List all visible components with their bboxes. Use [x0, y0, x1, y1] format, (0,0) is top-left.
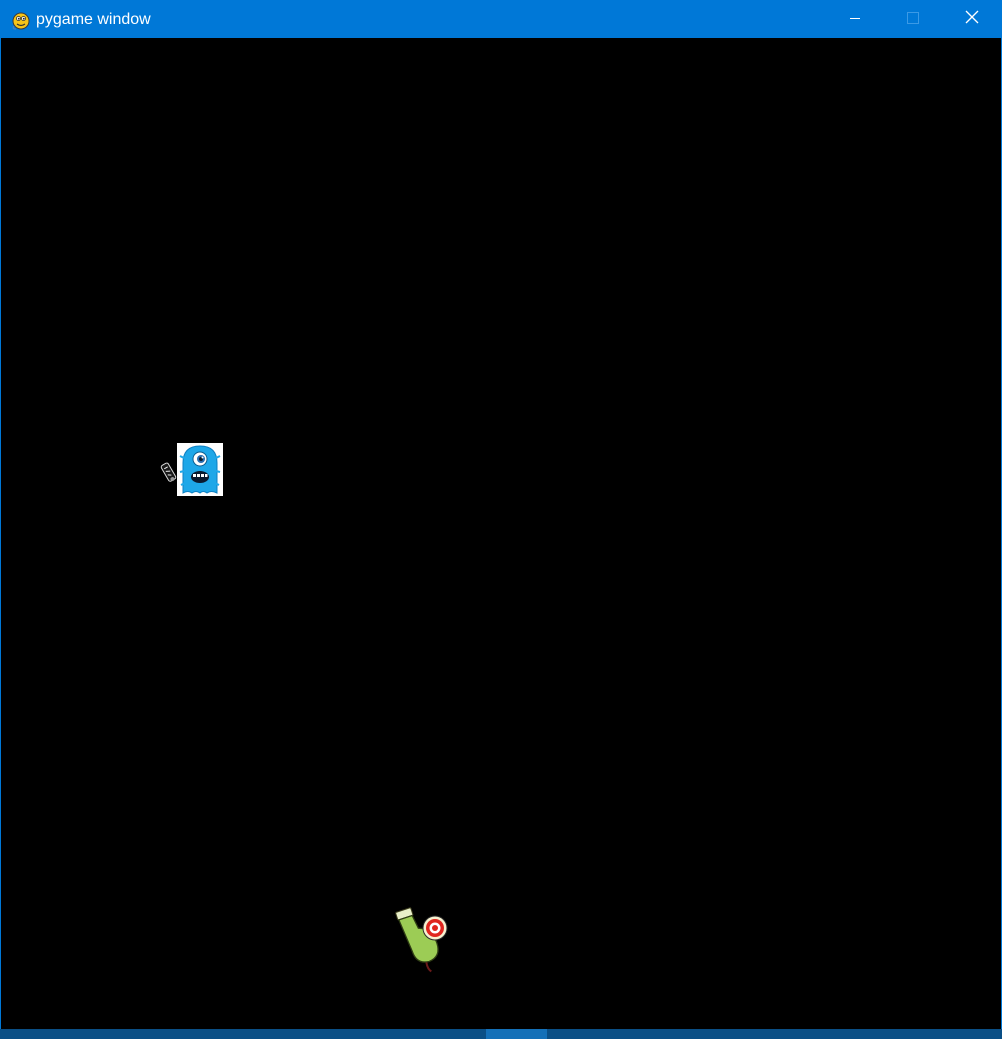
minimize-button[interactable]: [826, 1, 884, 38]
pygame-window: pygame window: [0, 0, 1002, 1039]
taskbar-active-item[interactable]: [486, 1029, 547, 1039]
player-sprite: [395, 901, 453, 977]
close-button[interactable]: [943, 1, 1001, 38]
small-bullet-icon: [159, 462, 179, 492]
blue-monster-sprite: [177, 443, 223, 496]
green-cannon-with-red-target-icon: [395, 907, 453, 981]
title-bar[interactable]: pygame window: [1, 1, 1001, 38]
blue-one-eyed-monster-icon: [177, 443, 223, 500]
minimize-icon: [849, 11, 861, 29]
close-icon: [965, 10, 979, 29]
pygame-snake-icon: [11, 10, 31, 30]
maximize-icon: [907, 11, 919, 29]
game-canvas[interactable]: [1, 38, 1001, 1030]
maximize-button[interactable]: [884, 1, 942, 38]
taskbar-strip: [0, 1029, 1002, 1039]
window-title: pygame window: [36, 11, 151, 28]
enemy-bullet-sprite: [159, 458, 179, 488]
